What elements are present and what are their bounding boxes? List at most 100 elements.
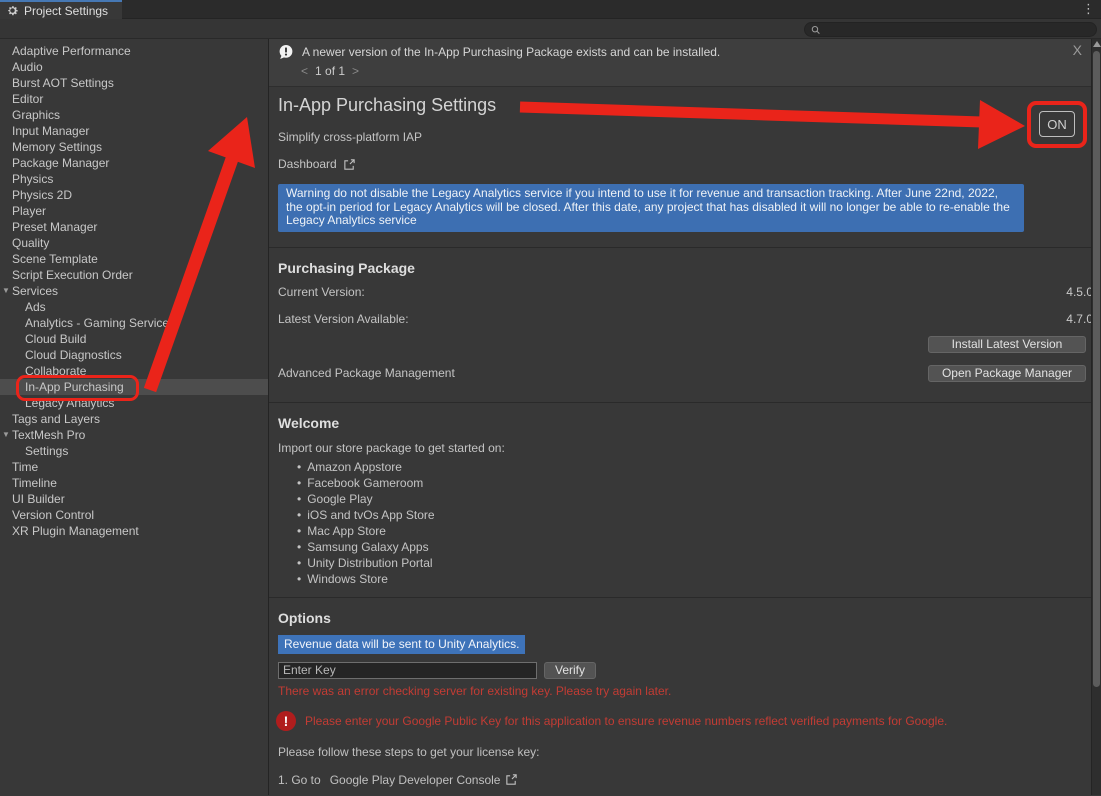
store-list-item: Unity Distribution Portal	[297, 555, 1101, 571]
sidebar-item[interactable]: ▼ Package Manager	[0, 155, 268, 171]
section-divider	[269, 597, 1101, 598]
sidebar-item[interactable]: ▼ XR Plugin Management	[0, 523, 268, 539]
dashboard-link[interactable]: Dashboard	[278, 157, 1101, 171]
pager-prev-button[interactable]: <	[301, 64, 308, 78]
google-key-warning-row: ! Please enter your Google Public Key fo…	[276, 711, 1101, 731]
google-play-console-link[interactable]: Google Play Developer Console	[330, 773, 501, 787]
sidebar-item[interactable]: ▼ Editor	[0, 91, 268, 107]
sidebar-item[interactable]: ▼ Audio	[0, 59, 268, 75]
sidebar-item[interactable]: ▼ Settings	[0, 443, 268, 459]
license-step-1: 1. Go to Google Play Developer Console	[278, 773, 1101, 787]
sidebar-item-label: Scene Template	[12, 252, 98, 266]
settings-sidebar: ▼ Adaptive Performance ▼ Audio ▼ Burst A…	[0, 39, 268, 795]
sidebar-item-label: Package Manager	[12, 156, 109, 170]
sidebar-item[interactable]: ▼ Timeline	[0, 475, 268, 491]
sidebar-item-label: TextMesh Pro	[12, 428, 85, 442]
google-key-input[interactable]	[278, 662, 537, 679]
sidebar-item[interactable]: ▼ UI Builder	[0, 491, 268, 507]
search-box[interactable]	[804, 22, 1097, 37]
expand-triangle-icon[interactable]: ▼	[1, 283, 11, 299]
current-version-value: 4.5.0	[1066, 285, 1093, 299]
sidebar-item[interactable]: ▼ Services	[0, 283, 268, 299]
expand-triangle-icon[interactable]: ▼	[1, 427, 11, 443]
pager-label: 1 of 1	[315, 64, 345, 78]
sidebar-item[interactable]: ▼ Scene Template	[0, 251, 268, 267]
sidebar-item[interactable]: ▼ Version Control	[0, 507, 268, 523]
page-title: In-App Purchasing Settings	[278, 95, 1101, 116]
sidebar-item[interactable]: ▼ In-App Purchasing	[0, 379, 268, 395]
vertical-scrollbar[interactable]	[1091, 39, 1101, 795]
sidebar-item[interactable]: ▼ Ads	[0, 299, 268, 315]
sidebar-item[interactable]: ▼ Analytics - Gaming Services	[0, 315, 268, 331]
sidebar-item-label: Memory Settings	[12, 140, 102, 154]
sidebar-item-label: Timeline	[12, 476, 57, 490]
sidebar-item[interactable]: ▼ Collaborate	[0, 363, 268, 379]
store-list-item: Amazon Appstore	[297, 459, 1101, 475]
sidebar-item[interactable]: ▼ Cloud Diagnostics	[0, 347, 268, 363]
search-icon	[811, 25, 821, 35]
window-menu-icon[interactable]: ⋮	[1082, 1, 1095, 17]
sidebar-item[interactable]: ▼ Preset Manager	[0, 219, 268, 235]
search-input[interactable]	[825, 23, 1090, 37]
notification-close-button[interactable]: X	[1073, 42, 1082, 58]
scrollbar-thumb[interactable]	[1093, 51, 1100, 687]
sidebar-item-label: XR Plugin Management	[12, 524, 139, 538]
sidebar-item-label: Graphics	[12, 108, 60, 122]
options-heading: Options	[278, 610, 1101, 626]
iap-on-toggle-button[interactable]: ON	[1039, 111, 1075, 137]
tab-project-settings[interactable]: Project Settings	[0, 0, 122, 19]
sidebar-item-label: Cloud Diagnostics	[25, 348, 122, 362]
store-list-item: Facebook Gameroom	[297, 475, 1101, 491]
legacy-analytics-warning: Warning do not disable the Legacy Analyt…	[278, 184, 1024, 232]
sidebar-item-label: Legacy Analytics	[25, 396, 114, 410]
sidebar-item[interactable]: ▼ Quality	[0, 235, 268, 251]
gear-icon	[6, 4, 19, 17]
sidebar-item-label: Collaborate	[25, 364, 86, 378]
scroll-up-arrow-icon[interactable]	[1093, 41, 1101, 47]
sidebar-item[interactable]: ▼ Tags and Layers	[0, 411, 268, 427]
sidebar-item-label: Physics 2D	[12, 188, 72, 202]
sidebar-item[interactable]: ▼ Legacy Analytics	[0, 395, 268, 411]
sidebar-item[interactable]: ▼ TextMesh Pro	[0, 427, 268, 443]
store-list-item: Windows Store	[297, 571, 1101, 587]
open-package-manager-button[interactable]: Open Package Manager	[928, 365, 1086, 382]
settings-main-panel: A newer version of the In-App Purchasing…	[268, 39, 1101, 795]
advanced-package-label: Advanced Package Management	[278, 366, 928, 380]
store-list-item: Mac App Store	[297, 523, 1101, 539]
external-link-icon	[505, 773, 518, 786]
sidebar-item-label: Preset Manager	[12, 220, 97, 234]
install-latest-version-button[interactable]: Install Latest Version	[928, 336, 1086, 353]
dashboard-link-label: Dashboard	[278, 157, 337, 171]
sidebar-item-label: Version Control	[12, 508, 94, 522]
sidebar-item[interactable]: ▼ Physics 2D	[0, 187, 268, 203]
key-check-error-text: There was an error checking server for e…	[278, 684, 1101, 698]
key-entry-row: Verify	[278, 662, 1101, 679]
sidebar-item[interactable]: ▼ Physics	[0, 171, 268, 187]
advanced-package-row: Advanced Package Management Open Package…	[278, 365, 1086, 382]
sidebar-item[interactable]: ▼ Input Manager	[0, 123, 268, 139]
welcome-heading: Welcome	[278, 415, 1101, 431]
google-key-warning-text: Please enter your Google Public Key for …	[305, 714, 947, 728]
pager-next-button[interactable]: >	[352, 64, 359, 78]
sidebar-item-label: Services	[12, 284, 58, 298]
revenue-analytics-note: Revenue data will be sent to Unity Analy…	[278, 635, 525, 654]
verify-button[interactable]: Verify	[544, 662, 596, 679]
info-bubble-icon	[278, 44, 294, 60]
sidebar-item-label: Input Manager	[12, 124, 89, 138]
sidebar-item-label: Analytics - Gaming Services	[25, 316, 175, 330]
sidebar-item[interactable]: ▼ Adaptive Performance	[0, 43, 268, 59]
sidebar-item[interactable]: ▼ Time	[0, 459, 268, 475]
sidebar-item[interactable]: ▼ Burst AOT Settings	[0, 75, 268, 91]
content-area: ▼ Adaptive Performance ▼ Audio ▼ Burst A…	[0, 39, 1101, 795]
sidebar-item[interactable]: ▼ Cloud Build	[0, 331, 268, 347]
sidebar-item-label: UI Builder	[12, 492, 65, 506]
sidebar-item[interactable]: ▼ Player	[0, 203, 268, 219]
sidebar-item-label: Settings	[25, 444, 68, 458]
store-list: Amazon Appstore Facebook Gameroom Google…	[269, 459, 1101, 587]
sidebar-item[interactable]: ▼ Memory Settings	[0, 139, 268, 155]
purchasing-package-heading: Purchasing Package	[278, 260, 1101, 276]
notification-text: A newer version of the In-App Purchasing…	[302, 45, 720, 59]
sidebar-item[interactable]: ▼ Graphics	[0, 107, 268, 123]
sidebar-item[interactable]: ▼ Script Execution Order	[0, 267, 268, 283]
notification-pager: < 1 of 1 >	[301, 64, 1101, 78]
